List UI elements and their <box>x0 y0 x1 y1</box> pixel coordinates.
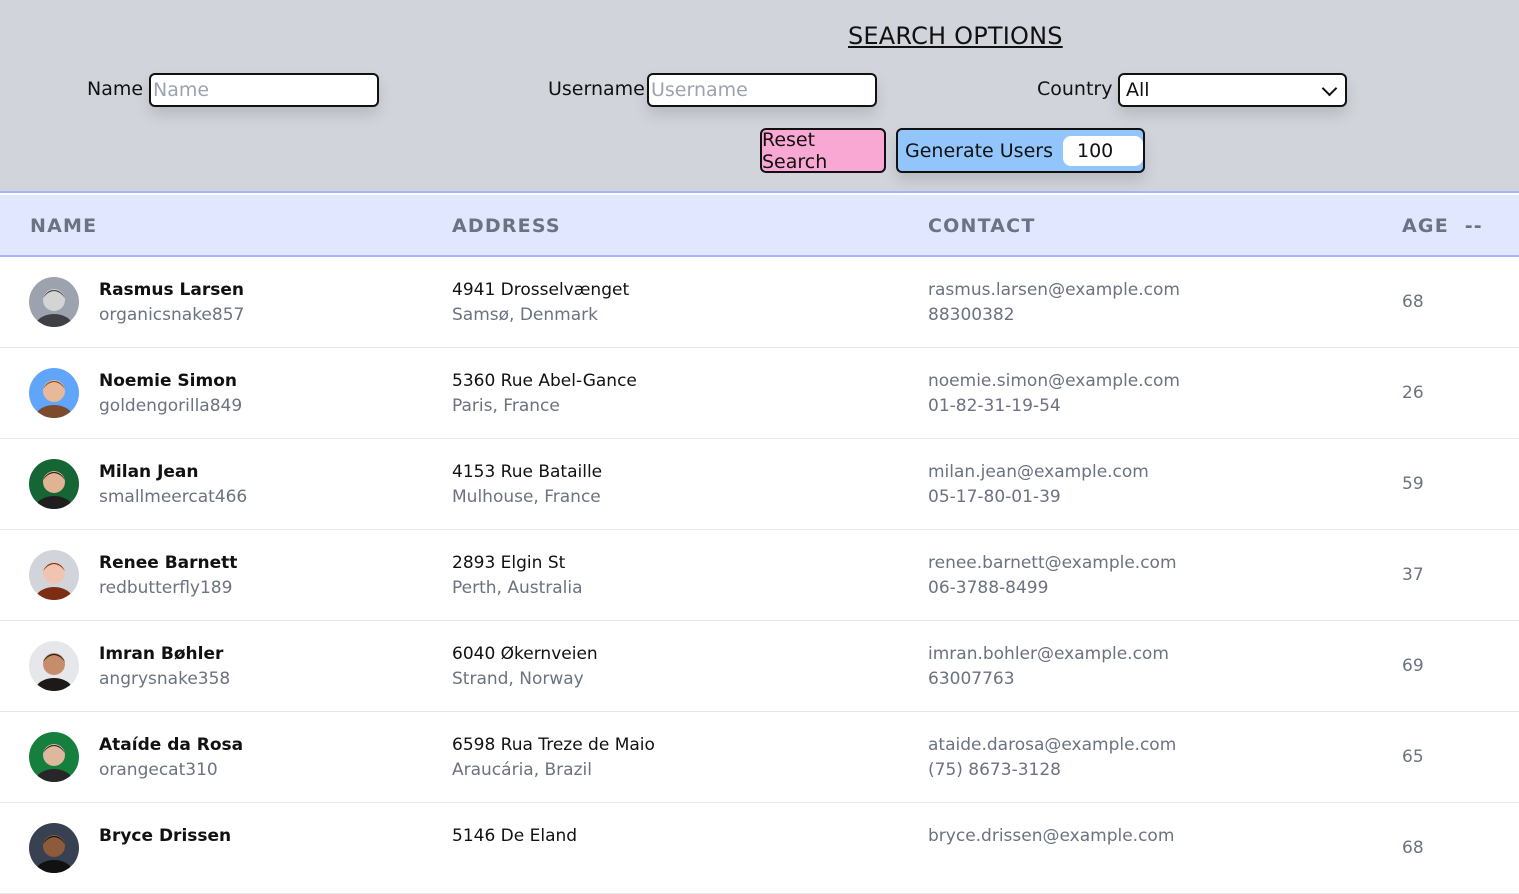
avatar <box>29 732 79 782</box>
address-city: Araucária, Brazil <box>452 760 592 780</box>
country-select-value: All <box>1126 79 1150 101</box>
user-username: redbutterfly189 <box>99 578 233 598</box>
column-header-contact[interactable]: CONTACT <box>928 215 1036 237</box>
user-name: Bryce Drissen <box>99 826 232 846</box>
table-row[interactable]: Milan Jean smallmeercat466 4153 Rue Batail… <box>0 439 1519 530</box>
user-name: Rasmus Larsen <box>99 280 244 300</box>
age-sort-indicator: -- <box>1464 215 1483 237</box>
address-city: Paris, France <box>452 396 560 416</box>
user-table-body: Rasmus Larsen organicsnake857 4941 Drossel… <box>0 257 1519 894</box>
contact-email: milan.jean@example.com <box>928 462 1149 482</box>
table-row[interactable]: Bryce Drissen 5146 De Eland bryce.drissen@… <box>0 803 1519 894</box>
contact-phone: (75) 8673-3128 <box>928 760 1061 780</box>
avatar <box>29 368 79 418</box>
address-street: 4941 Drosselvænget <box>452 280 630 300</box>
reset-search-button[interactable]: Reset Search <box>760 128 886 173</box>
contact-phone: 88300382 <box>928 305 1015 325</box>
contact-phone: 06-3788-8499 <box>928 578 1049 598</box>
table-header: NAME ADDRESS CONTACT AGE -- <box>0 195 1519 257</box>
user-age: 68 <box>1402 838 1424 858</box>
address-city: Strand, Norway <box>452 669 584 689</box>
address-street: 6040 Økernveien <box>452 644 598 664</box>
table-row[interactable]: Imran Bøhler angrysnake358 6040 Økernveien… <box>0 621 1519 712</box>
avatar <box>29 641 79 691</box>
user-name: Imran Bøhler <box>99 644 224 664</box>
user-age: 37 <box>1402 565 1424 585</box>
name-input[interactable] <box>149 73 379 107</box>
chevron-down-icon <box>1321 80 1338 96</box>
address-street: 6598 Rua Treze de Maio <box>452 735 655 755</box>
contact-phone: 01-82-31-19-54 <box>928 396 1061 416</box>
contact-email: renee.barnett@example.com <box>928 553 1177 573</box>
avatar <box>29 277 79 327</box>
table-row[interactable]: Ataíde da Rosa orangecat310 6598 Rua Treze… <box>0 712 1519 803</box>
user-name: Ataíde da Rosa <box>99 735 244 755</box>
name-label: Name <box>87 78 144 100</box>
address-street: 2893 Elgin St <box>452 553 566 573</box>
column-header-age[interactable]: AGE -- <box>1402 215 1483 237</box>
avatar <box>29 550 79 600</box>
address-street: 4153 Rue Bataille <box>452 462 603 482</box>
contact-email: bryce.drissen@example.com <box>928 826 1175 846</box>
user-age: 68 <box>1402 292 1424 312</box>
contact-email: noemie.simon@example.com <box>928 371 1180 391</box>
contact-phone: 63007763 <box>928 669 1015 689</box>
user-username: orangecat310 <box>99 760 218 780</box>
address-city: Mulhouse, France <box>452 487 601 507</box>
user-name: Milan Jean <box>99 462 199 482</box>
address-city: Samsø, Denmark <box>452 305 598 325</box>
table-row[interactable]: Renee Barnett redbutterfly189 2893 Elgin S… <box>0 530 1519 621</box>
table-row[interactable]: Noemie Simon goldengorilla849 5360 Rue Abe… <box>0 348 1519 439</box>
address-city: Perth, Australia <box>452 578 583 598</box>
generate-users-label: Generate Users <box>905 139 1053 162</box>
user-username: goldengorilla849 <box>99 396 243 416</box>
address-street: 5360 Rue Abel-Gance <box>452 371 637 391</box>
username-input[interactable] <box>647 73 877 107</box>
column-header-name[interactable]: NAME <box>30 215 97 237</box>
user-age: 69 <box>1402 656 1424 676</box>
search-options-title: SEARCH OPTIONS <box>848 22 1063 50</box>
user-age: 59 <box>1402 474 1424 494</box>
address-street: 5146 De Eland <box>452 826 578 846</box>
avatar <box>29 823 79 873</box>
contact-email: rasmus.larsen@example.com <box>928 280 1180 300</box>
user-age: 65 <box>1402 747 1424 767</box>
user-count-input[interactable]: 100 <box>1062 135 1143 166</box>
avatar <box>29 459 79 509</box>
contact-phone: 05-17-80-01-39 <box>928 487 1061 507</box>
user-username: angrysnake358 <box>99 669 231 689</box>
user-name: Noemie Simon <box>99 371 237 391</box>
username-label: Username <box>548 78 645 100</box>
contact-email: imran.bohler@example.com <box>928 644 1169 664</box>
age-header-label: AGE <box>1402 215 1449 237</box>
country-label: Country <box>1037 78 1113 100</box>
generate-users-button[interactable]: Generate Users 100 <box>896 128 1145 173</box>
user-age: 26 <box>1402 383 1424 403</box>
user-name: Renee Barnett <box>99 553 238 573</box>
user-username: smallmeercat466 <box>99 487 248 507</box>
table-row[interactable]: Rasmus Larsen organicsnake857 4941 Drossel… <box>0 257 1519 348</box>
contact-email: ataide.darosa@example.com <box>928 735 1177 755</box>
column-header-address[interactable]: ADDRESS <box>452 215 561 237</box>
user-username: organicsnake857 <box>99 305 245 325</box>
search-panel: SEARCH OPTIONS Name Username Country All… <box>0 0 1519 193</box>
country-select[interactable]: All <box>1118 73 1347 107</box>
